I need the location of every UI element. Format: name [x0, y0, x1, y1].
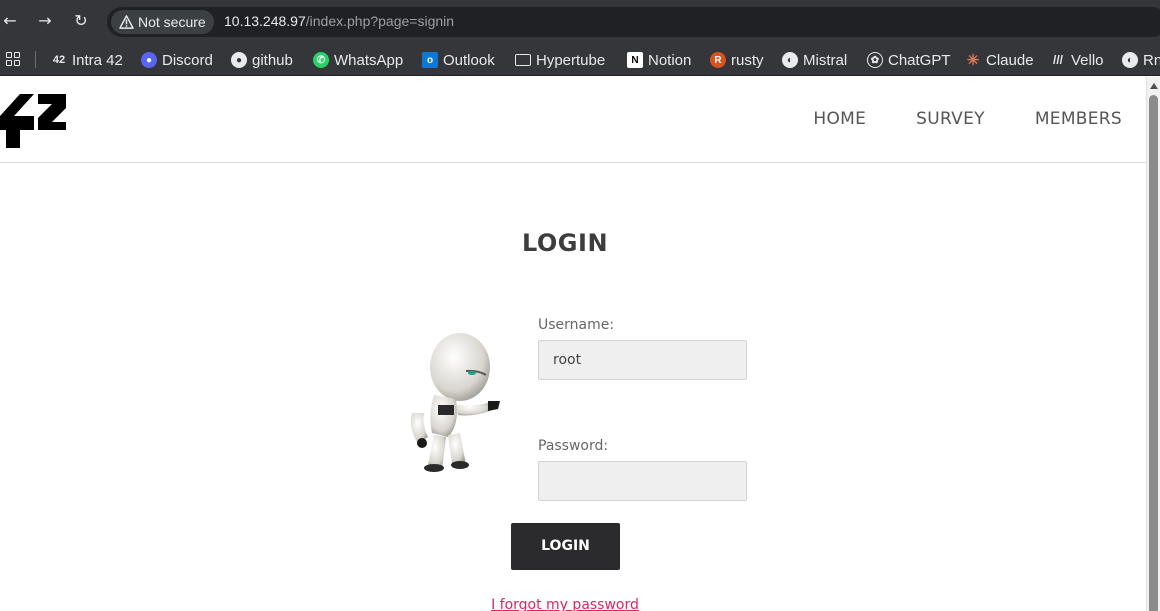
bookmark-notion[interactable]: N Notion: [627, 50, 691, 70]
discord-icon: ●: [141, 52, 157, 68]
page-title: LOGIN: [521, 229, 609, 257]
bookmark-label: Discord: [162, 51, 213, 69]
scroll-up-icon[interactable]: [1150, 83, 1158, 89]
bookmark-discord[interactable]: ● Discord: [141, 50, 213, 70]
github-icon: ●: [231, 52, 247, 68]
login-button[interactable]: LOGIN: [511, 523, 620, 570]
bookmark-outlook[interactable]: o Outlook: [422, 50, 495, 70]
globe-icon: ◐: [782, 52, 798, 68]
security-chip[interactable]: Not secure: [111, 10, 214, 34]
outlook-icon: o: [422, 52, 438, 68]
bookmark-label: github: [252, 51, 293, 69]
url-path: /index.php?page=signin: [305, 13, 455, 29]
folder-icon: [515, 54, 531, 66]
chatgpt-icon: ✿: [867, 52, 883, 68]
url-text[interactable]: 10.13.248.97/index.php?page=signin: [224, 13, 454, 29]
security-label: Not secure: [138, 14, 206, 30]
web-page: HOME SURVEY MEMBERS LOGIN Username: root…: [0, 77, 1146, 611]
back-icon[interactable]: ←: [0, 11, 20, 31]
warning-icon: [119, 15, 134, 29]
bookmark-label: Outlook: [443, 51, 495, 69]
bookmarks-bar: 42 Intra 42 ● Discord ● github ✆ WhatsAp…: [0, 43, 1160, 76]
notion-icon: N: [627, 52, 643, 68]
url-host: 10.13.248.97: [224, 13, 306, 29]
bookmark-label: Mistral: [803, 51, 848, 69]
bookmark-intra-42[interactable]: 42 Intra 42: [51, 50, 123, 70]
bookmark-label: Vello: [1071, 51, 1104, 69]
nav-members[interactable]: MEMBERS: [1035, 109, 1122, 129]
bookmark-mistral[interactable]: ◐ Mistral: [782, 50, 847, 70]
bookmark-rusty[interactable]: R rusty: [710, 50, 764, 70]
bookmark-github[interactable]: ● github: [231, 50, 293, 70]
bookmark-whatsapp[interactable]: ✆ WhatsApp: [313, 50, 403, 70]
main-nav: HOME SURVEY MEMBERS: [813, 109, 1122, 129]
scroll-thumb[interactable]: [1149, 95, 1158, 611]
42-logo[interactable]: [0, 94, 68, 148]
bookmark-vello[interactable]: /// Vello: [1050, 50, 1104, 70]
nav-home[interactable]: HOME: [813, 109, 866, 129]
browser-toolbar: ← → ↻ Not secure 10.13.248.97/index.php?…: [0, 0, 1160, 43]
bookmark-label: Claude: [986, 51, 1034, 69]
site-header: HOME SURVEY MEMBERS: [0, 77, 1146, 163]
address-bar[interactable]: Not secure 10.13.248.97/index.php?page=s…: [107, 7, 1160, 37]
nav-survey[interactable]: SURVEY: [916, 109, 985, 129]
bookmark-label: Notion: [648, 51, 692, 69]
bookmark-rn[interactable]: ◐ Rn: [1122, 50, 1160, 70]
bookmark-label: Hypertube: [536, 51, 606, 69]
whatsapp-icon: ✆: [313, 52, 329, 68]
reload-icon[interactable]: ↻: [71, 11, 91, 31]
forward-icon[interactable]: →: [35, 11, 55, 31]
vello-icon: ///: [1052, 53, 1063, 67]
bookmark-label: Intra 42: [72, 51, 123, 69]
rust-icon: R: [710, 52, 726, 68]
bookmark-label: rusty: [731, 51, 764, 69]
bookmarks-divider: [35, 51, 36, 68]
page-scrollbar[interactable]: [1146, 77, 1160, 611]
password-input[interactable]: [538, 461, 747, 501]
forgot-password-link[interactable]: I forgot my password: [0, 597, 1130, 611]
bookmark-label: WhatsApp: [334, 51, 404, 69]
42-icon: 42: [52, 54, 66, 66]
username-input[interactable]: root: [538, 340, 747, 380]
bookmark-hypertube[interactable]: Hypertube: [515, 50, 605, 70]
claude-icon: ✳: [966, 52, 980, 69]
username-label: Username:: [538, 317, 615, 333]
apps-grid-icon[interactable]: [6, 52, 20, 66]
password-label: Password:: [538, 438, 609, 454]
bookmark-chatgpt[interactable]: ✿ ChatGPT: [867, 50, 951, 70]
robot-illustration: [410, 333, 500, 472]
globe-icon: ◐: [1122, 52, 1138, 68]
bookmark-claude[interactable]: ✳ Claude: [965, 50, 1034, 70]
bookmark-label: Rn: [1143, 51, 1160, 69]
bookmark-label: ChatGPT: [888, 51, 951, 69]
